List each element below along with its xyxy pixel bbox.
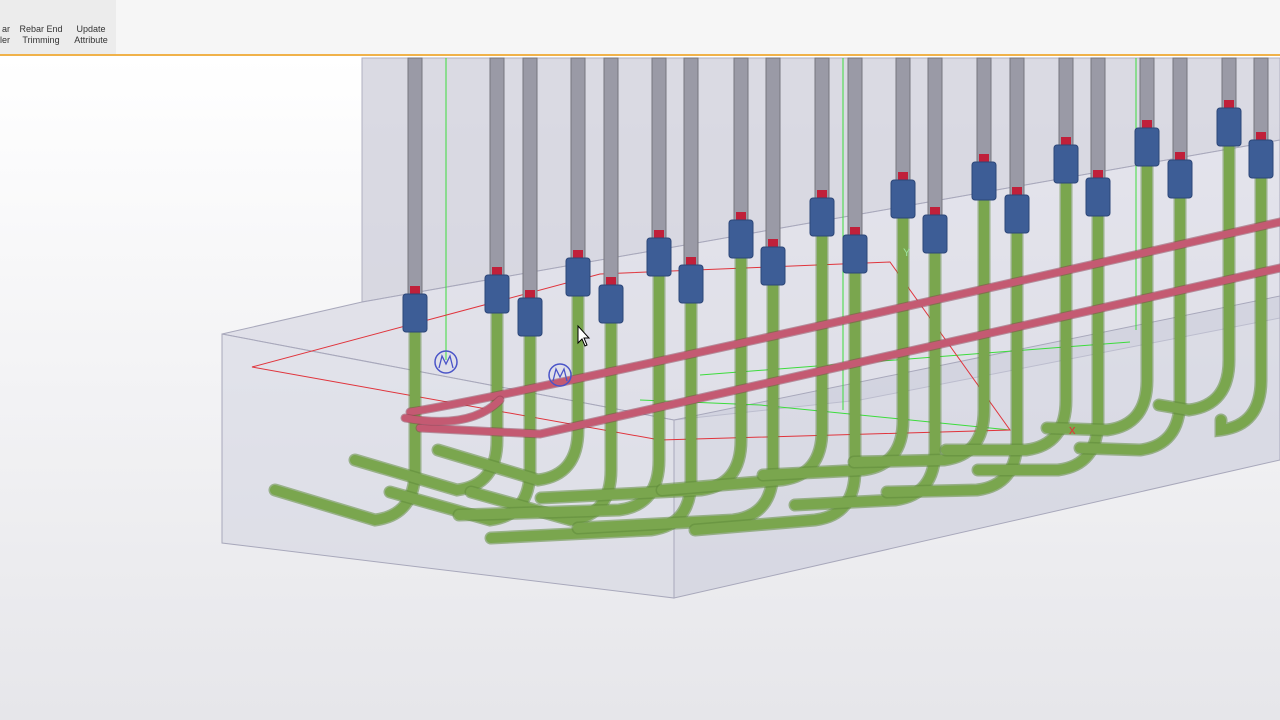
coupler	[1053, 144, 1079, 184]
vertical-rebar	[847, 57, 863, 236]
coupler	[809, 197, 835, 237]
coupler	[565, 257, 591, 297]
axis-label-x: x	[1069, 422, 1076, 437]
coupler	[646, 237, 672, 277]
ribbon-toolbar: ar ler Rebar End Trimming Update Attribu…	[0, 0, 1280, 56]
vertical-rebar	[1090, 57, 1106, 179]
coupler	[760, 246, 786, 286]
partial-tool-button[interactable]: ar ler	[0, 24, 10, 46]
vertical-rebar	[570, 57, 586, 259]
model-viewport[interactable]: Y x	[0, 56, 1280, 720]
partial-tool-label-2: ler	[0, 35, 10, 45]
coupler	[1216, 107, 1242, 147]
vertical-rebar	[603, 57, 619, 286]
vertical-rebar	[765, 57, 781, 248]
coupler	[728, 219, 754, 259]
vertical-rebar	[683, 57, 699, 266]
coupler	[1248, 139, 1274, 179]
vertical-rebar	[407, 57, 423, 295]
coupler	[971, 161, 997, 201]
vertical-rebar	[927, 57, 943, 216]
vertical-rebar	[1009, 57, 1025, 196]
vertical-rebar	[1139, 57, 1155, 129]
coupler	[922, 214, 948, 254]
coupler	[842, 234, 868, 274]
update-attribute-label-2: Attribute	[74, 35, 108, 45]
coupler	[1004, 194, 1030, 234]
coupler	[1134, 127, 1160, 167]
axis-label-y: Y	[903, 247, 911, 259]
rebar-3d-model[interactable]: Y x	[0, 56, 1280, 720]
coupler	[1167, 159, 1193, 199]
coupler	[484, 274, 510, 314]
vertical-rebar	[651, 57, 667, 239]
vertical-rebar	[814, 57, 830, 199]
coupler	[1085, 177, 1111, 217]
vertical-rebar	[976, 57, 992, 163]
coupler	[678, 264, 704, 304]
coupler	[517, 297, 543, 337]
vertical-rebar	[733, 57, 749, 221]
coupler	[890, 179, 916, 219]
vertical-rebar	[1253, 57, 1269, 141]
vertical-rebar	[1172, 57, 1188, 161]
coupler	[598, 284, 624, 324]
rebar-end-trimming-button[interactable]: Rebar End Trimming	[18, 24, 64, 46]
update-attribute-button[interactable]: Update Attribute	[68, 24, 114, 46]
update-attribute-label-1: Update	[76, 24, 106, 34]
vertical-rebar	[895, 57, 911, 181]
coupler	[402, 293, 428, 333]
rebar-end-trimming-label-2: Trimming	[22, 35, 60, 45]
partial-tool-label-1: ar	[1, 24, 10, 34]
vertical-rebar	[489, 57, 505, 276]
vertical-rebar	[1058, 57, 1074, 146]
vertical-rebar	[522, 57, 538, 299]
rebar-end-trimming-label-1: Rebar End	[19, 24, 63, 34]
